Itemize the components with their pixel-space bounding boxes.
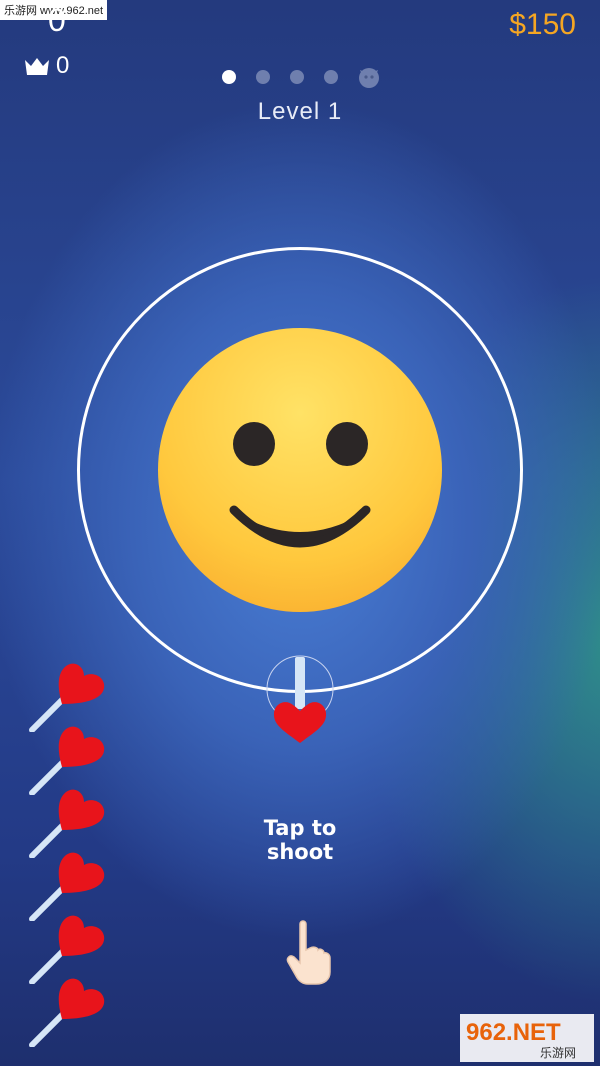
hint-line-1: Tap to (263, 816, 337, 840)
tap-to-shoot-hint[interactable]: Tap to shoot (0, 816, 600, 864)
score-value: 0 (48, 2, 66, 38)
watermark-logo: 962.NET 乐游网 (460, 1014, 594, 1062)
stage-dot (324, 70, 338, 84)
boss-face-icon (359, 68, 379, 88)
best-score-value: 0 (56, 52, 70, 79)
pointing-hand-icon (286, 920, 331, 985)
stage-dot-current (222, 70, 236, 84)
smiley-face-icon[interactable] (158, 328, 442, 612)
heart-lollipop-icon (29, 978, 105, 1047)
money-value: $150 (509, 8, 576, 41)
watermark-line-1: 962.NET (466, 1019, 561, 1046)
level-label: Level 1 (257, 98, 343, 125)
watermark-line-2: 乐游网 (540, 1046, 576, 1060)
loaded-heart-dart (266, 655, 334, 743)
stage-progress (222, 66, 380, 88)
hint-line-2: shoot (266, 840, 334, 864)
heart-lollipop-icon (29, 663, 105, 732)
stage-dot (256, 70, 270, 84)
heart-lollipop-icon (29, 726, 105, 795)
heart-lollipop-icon (29, 915, 105, 984)
stage-dot (290, 70, 304, 84)
best-score: 0 (24, 52, 69, 80)
crown-icon (25, 58, 49, 75)
